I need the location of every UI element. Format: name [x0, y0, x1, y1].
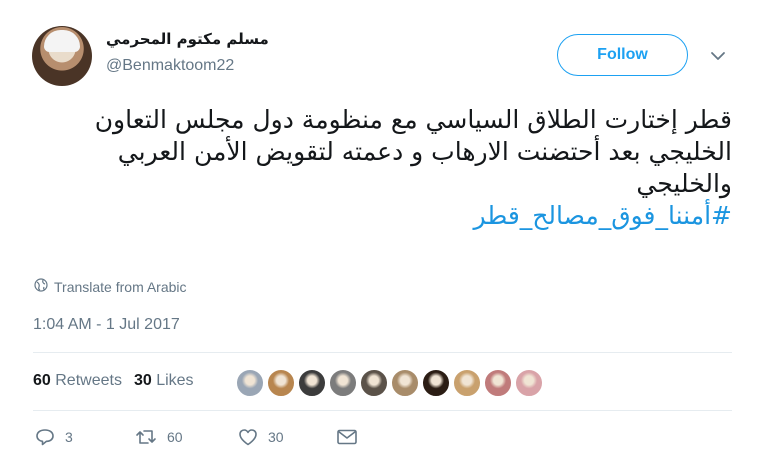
retweets-stat[interactable]: 60 Retweets [33, 372, 122, 390]
tweet-actions: 3 60 30 [35, 428, 358, 446]
reply-button[interactable]: 3 [35, 428, 135, 446]
likes-label: Likes [156, 372, 194, 389]
liker-avatar[interactable] [515, 369, 543, 397]
display-name[interactable]: مسلم مكتوم المحرمي [106, 30, 269, 48]
reply-count: 3 [65, 429, 73, 445]
retweet-button[interactable]: 60 [135, 428, 238, 446]
chevron-down-icon[interactable] [708, 46, 728, 66]
direct-message-button[interactable] [336, 428, 358, 446]
liker-avatar[interactable] [422, 369, 450, 397]
liker-avatar[interactable] [453, 369, 481, 397]
retweet-icon [135, 428, 157, 446]
liker-avatar[interactable] [236, 369, 264, 397]
follow-button[interactable]: Follow [557, 34, 688, 76]
tweet-text: قطر إختارت الطلاق السياسي مع منظومة دول … [36, 104, 732, 232]
hashtag-link[interactable]: #أمننا_فوق_مصالح_قطر [36, 200, 732, 232]
liker-avatar[interactable] [391, 369, 419, 397]
tweet-line: والخليجي [636, 169, 732, 198]
tweet-timestamp[interactable]: 1:04 AM - 1 Jul 2017 [33, 316, 180, 334]
retweet-count: 60 [167, 429, 183, 445]
like-button[interactable]: 30 [238, 428, 336, 446]
tweet-line: قطر إختارت الطلاق السياسي مع منظومة دول … [94, 105, 732, 134]
liker-avatar[interactable] [329, 369, 357, 397]
heart-icon [238, 428, 258, 446]
tweet-stats: 60 Retweets 30 Likes [33, 372, 206, 390]
likes-stat[interactable]: 30 Likes [134, 372, 194, 390]
likes-count: 30 [133, 372, 152, 389]
reply-icon [35, 428, 55, 446]
tweet-line: الخليجي بعد أحتضنت الارهاب و دعمته لتقوي… [117, 137, 732, 166]
liker-avatar[interactable] [298, 369, 326, 397]
liker-avatar[interactable] [484, 369, 512, 397]
retweets-label: Retweets [55, 372, 122, 389]
retweets-count: 60 [33, 372, 51, 389]
globe-icon [34, 278, 48, 295]
liker-avatar[interactable] [267, 369, 295, 397]
divider [33, 410, 732, 411]
translate-label: Translate from Arabic [54, 278, 187, 295]
envelope-icon [336, 428, 358, 446]
liker-avatar[interactable] [360, 369, 388, 397]
liker-avatars [236, 369, 546, 397]
divider [33, 352, 732, 353]
user-handle[interactable]: @Benmaktoom22 [106, 57, 234, 75]
avatar[interactable] [32, 26, 92, 86]
translate-link[interactable]: Translate from Arabic [34, 278, 187, 295]
like-count: 30 [268, 429, 284, 445]
